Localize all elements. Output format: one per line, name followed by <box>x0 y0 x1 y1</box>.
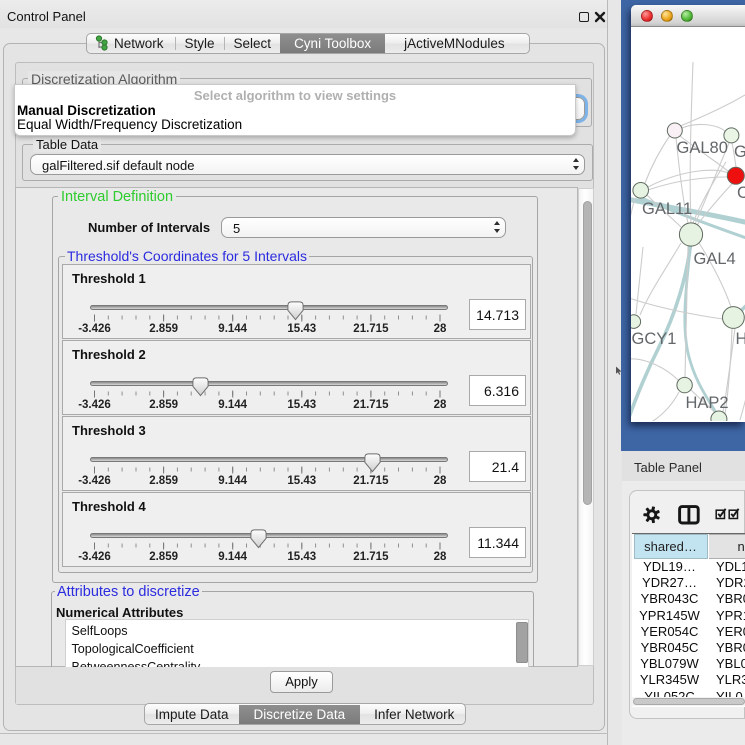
svg-text:GAL4: GAL4 <box>694 250 736 268</box>
svg-text:GCY1: GCY1 <box>632 330 677 348</box>
svg-text:H: H <box>736 330 745 348</box>
svg-text:GAL11: GAL11 <box>642 200 692 218</box>
svg-text:GA: GA <box>734 143 745 161</box>
svg-text:GAL80: GAL80 <box>677 139 728 157</box>
svg-text:HAP2: HAP2 <box>686 394 729 412</box>
svg-text:C: C <box>737 184 745 202</box>
